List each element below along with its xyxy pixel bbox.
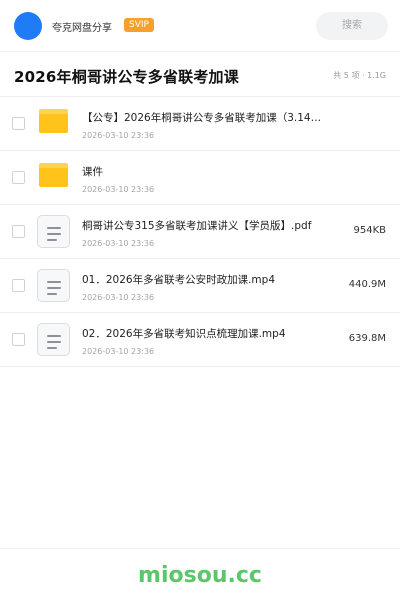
file-date: 2026-03-10 23:36 bbox=[82, 239, 155, 248]
sharer-name: 夸克网盘分享 bbox=[52, 23, 112, 34]
top-bar: 夸克网盘分享 SVIP 搜索 bbox=[0, 0, 400, 52]
file-size: 440.9M bbox=[348, 279, 386, 290]
list-item[interactable]: 02．2026年多省联考知识点梳理加课.mp4 2026-03-10 23:36… bbox=[0, 313, 400, 367]
footer: miosou.cc bbox=[0, 548, 400, 600]
list-item[interactable]: 桐哥讲公专315多省联考加课讲义【学员版】.pdf 2026-03-10 23:… bbox=[0, 205, 400, 259]
file-icon bbox=[37, 269, 70, 302]
watermark-brand: miosou.cc bbox=[138, 563, 262, 588]
list-item[interactable]: 课件 2026-03-10 23:36 bbox=[0, 151, 400, 205]
file-icon bbox=[37, 323, 70, 356]
select-checkbox[interactable] bbox=[12, 117, 25, 130]
file-date: 2026-03-10 23:36 bbox=[82, 185, 155, 194]
file-size: 639.8M bbox=[348, 333, 386, 344]
file-list: 【公专】2026年桐哥讲公专多省联考加课（3.14… 2026-03-10 23… bbox=[0, 97, 400, 367]
avatar[interactable] bbox=[14, 12, 42, 40]
file-name[interactable]: 01．2026年多省联考公安时政加课.mp4 bbox=[82, 272, 330, 287]
select-checkbox[interactable] bbox=[12, 279, 25, 292]
file-icon bbox=[37, 215, 70, 248]
list-item[interactable]: 01．2026年多省联考公安时政加课.mp4 2026-03-10 23:36 … bbox=[0, 259, 400, 313]
list-item[interactable]: 【公专】2026年桐哥讲公专多省联考加课（3.14… 2026-03-10 23… bbox=[0, 97, 400, 151]
file-name[interactable]: 02．2026年多省联考知识点梳理加课.mp4 bbox=[82, 326, 330, 341]
select-checkbox[interactable] bbox=[12, 171, 25, 184]
file-date: 2026-03-10 23:36 bbox=[82, 293, 155, 302]
file-summary: 共 5 项 · 1.1G bbox=[333, 71, 386, 80]
page-title: 2026年桐哥讲公专多省联考加课 bbox=[14, 68, 239, 86]
folder-icon bbox=[39, 109, 68, 133]
folder-icon bbox=[39, 163, 68, 187]
file-date: 2026-03-10 23:36 bbox=[82, 347, 155, 356]
select-checkbox[interactable] bbox=[12, 225, 25, 238]
file-name[interactable]: 桐哥讲公专315多省联考加课讲义【学员版】.pdf bbox=[82, 218, 330, 233]
file-name[interactable]: 课件 bbox=[82, 164, 330, 179]
svip-badge: SVIP bbox=[124, 18, 154, 32]
file-date: 2026-03-10 23:36 bbox=[82, 131, 155, 140]
file-size: 954KB bbox=[353, 225, 386, 236]
file-name[interactable]: 【公专】2026年桐哥讲公专多省联考加课（3.14… bbox=[82, 110, 330, 125]
search-input[interactable]: 搜索 bbox=[316, 12, 388, 40]
page-header: 2026年桐哥讲公专多省联考加课 共 5 项 · 1.1G bbox=[0, 52, 400, 97]
select-checkbox[interactable] bbox=[12, 333, 25, 346]
